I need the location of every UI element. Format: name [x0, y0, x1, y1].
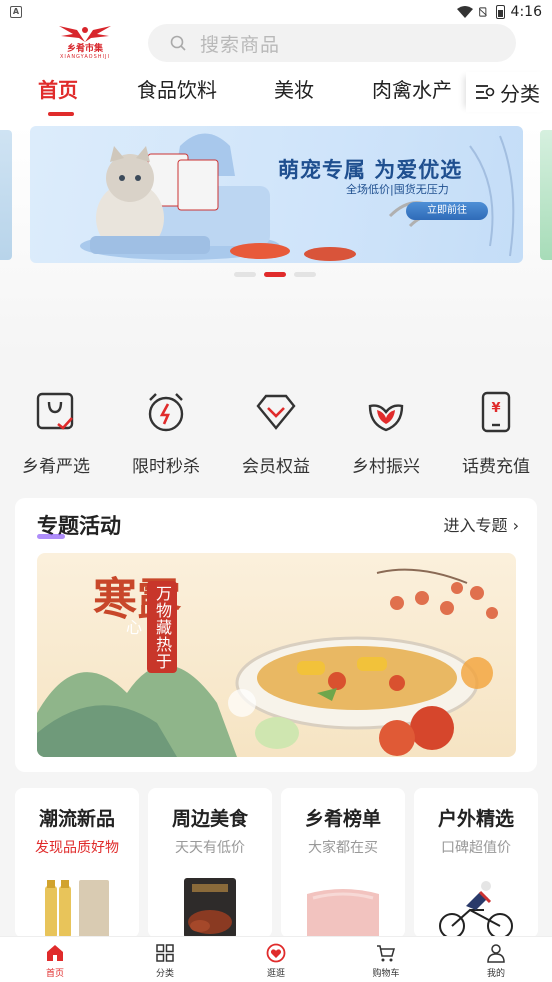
battery-icon — [495, 5, 505, 19]
alarm-clock-icon — [148, 393, 184, 432]
nav-label: 首页 — [45, 969, 64, 979]
category-list-icon — [476, 85, 495, 99]
cyclist-image — [439, 881, 513, 938]
bottom-nav: 首页 分类 逛逛 购物车 我的 — [0, 936, 552, 982]
enter-topic-link[interactable]: 进入专题 › — [443, 512, 519, 536]
header: 乡肴市集 XIANGYAOSHIJI 搜索商品 首页 食品饮料 美妆 肉禽水产 … — [0, 24, 552, 124]
carousel-indicator — [234, 272, 316, 277]
card-subtitle: 口碑超值价 — [441, 840, 511, 856]
banner-subtitle: 全场低价|囤货无压力 — [346, 183, 449, 196]
quick-item-label: 话费充值 — [462, 457, 530, 477]
phoenix-logo-icon — [59, 26, 111, 42]
feature-cards: 潮流新品 发现品质好物 周边美食 天天有低价 乡肴榜单 大家都在买 户外精选 口… — [15, 788, 538, 938]
nav-label: 我的 — [486, 969, 505, 979]
bag-check-icon — [36, 392, 74, 430]
nav-cart[interactable]: 购物车 — [356, 941, 416, 979]
title-underline — [37, 534, 65, 539]
quick-item-flash-sale[interactable]: 限时秒杀 — [116, 384, 216, 477]
nav-label: 逛逛 — [266, 969, 285, 979]
app-logo[interactable]: 乡肴市集 XIANGYAOSHIJI — [44, 24, 126, 60]
special-topic-section: 专题活动 进入专题 › 寒露 万物藏热于心 — [15, 498, 537, 772]
home-icon — [47, 945, 63, 961]
carousel-dot[interactable] — [294, 272, 316, 277]
card-subtitle: 发现品质好物 — [35, 840, 119, 856]
carousel-dot[interactable] — [234, 272, 256, 277]
quick-item-topup[interactable]: ¥ 话费充值 — [446, 384, 546, 477]
card-outdoor[interactable]: 户外精选 口碑超值价 — [414, 788, 538, 938]
quick-item-label: 会员权益 — [242, 457, 310, 477]
card-subtitle: 天天有低价 — [175, 840, 245, 856]
enter-topic-label: 进入专题 — [443, 516, 508, 535]
oil-bottles-image — [45, 880, 109, 938]
banner-title: 萌宠专属 为爱优选 — [278, 158, 463, 182]
card-new-trends[interactable]: 潮流新品 发现品质好物 — [15, 788, 139, 938]
quick-item-yanxuan[interactable]: 乡肴严选 — [6, 384, 106, 477]
grid-icon — [156, 944, 174, 962]
wifi-icon — [456, 6, 473, 18]
card-title: 周边美食 — [171, 808, 248, 830]
card-title: 潮流新品 — [38, 808, 115, 830]
card-subtitle: 大家都在买 — [308, 840, 378, 856]
nav-category[interactable]: 分类 — [135, 941, 195, 979]
search-placeholder: 搜索商品 — [200, 33, 281, 56]
category-label: 分类 — [500, 81, 540, 106]
heart-circle-icon — [266, 943, 286, 963]
nav-label: 分类 — [155, 969, 174, 979]
pillow-image — [307, 889, 379, 938]
card-local-food[interactable]: 周边美食 天天有低价 — [148, 788, 272, 938]
active-tab-indicator — [48, 112, 74, 116]
notification-a-icon: A — [10, 6, 22, 18]
svg-text:¥: ¥ — [491, 401, 500, 416]
banner-next-peek[interactable] — [540, 130, 552, 260]
card-ranking[interactable]: 乡肴榜单 大家都在买 — [281, 788, 405, 938]
topic-poster[interactable]: 寒露 万物藏热于心 — [37, 553, 516, 757]
banner-cta-button[interactable]: 立即前往 — [406, 202, 488, 220]
quick-entry-grid: 乡肴严选 限时秒杀 会员权益 乡村振兴 ¥ 话费充值 — [0, 384, 552, 484]
nav-profile[interactable]: 我的 — [466, 941, 526, 979]
logo-text: 乡肴市集 — [66, 44, 103, 54]
no-sim-icon — [478, 7, 487, 17]
quick-item-label: 乡村振兴 — [352, 457, 420, 477]
phone-yen-icon: ¥ — [481, 391, 511, 433]
user-icon — [487, 944, 505, 963]
leaf-icon — [368, 404, 404, 432]
card-title: 乡肴榜单 — [304, 808, 381, 830]
category-tabs: 首页 食品饮料 美妆 肉禽水产 分类 — [0, 72, 552, 118]
logo-subtext: XIANGYAOSHIJI — [60, 54, 110, 60]
quick-item-label: 限时秒杀 — [132, 457, 200, 477]
banner-prev-peek[interactable] — [0, 130, 12, 260]
snack-pack-image — [184, 878, 236, 938]
tab-home[interactable]: 首页 — [38, 74, 78, 103]
quick-item-member[interactable]: 会员权益 — [226, 384, 326, 477]
carousel-dot-active[interactable] — [264, 272, 286, 277]
nav-label: 购物车 — [372, 969, 400, 979]
tab-beauty[interactable]: 美妆 — [274, 74, 314, 103]
search-icon — [170, 35, 186, 51]
status-bar: A 4:16 — [0, 0, 552, 24]
poster-seal: 万物藏热于心 — [123, 581, 177, 673]
quick-item-rural[interactable]: 乡村振兴 — [336, 384, 436, 477]
tab-meat-seafood[interactable]: 肉禽水产 — [372, 74, 452, 103]
nav-home[interactable]: 首页 — [25, 941, 85, 979]
pet-product-image — [80, 133, 515, 261]
cart-icon — [377, 945, 395, 962]
banner-carousel: 萌宠专属 为爱优选 全场低价|囤货无压力 立即前往 — [0, 124, 552, 354]
diamond-icon — [256, 394, 296, 430]
tab-food-drinks[interactable]: 食品饮料 — [137, 74, 217, 103]
chevron-right-icon: › — [512, 516, 519, 535]
card-title: 户外精选 — [437, 808, 514, 830]
banner-slide[interactable]: 萌宠专属 为爱优选 全场低价|囤货无压力 立即前往 — [30, 126, 523, 263]
status-time: 4:16 — [510, 4, 542, 20]
nav-browse[interactable]: 逛逛 — [246, 941, 306, 979]
category-button[interactable]: 分类 — [466, 72, 552, 112]
search-bar[interactable]: 搜索商品 — [148, 24, 516, 62]
quick-item-label: 乡肴严选 — [22, 457, 90, 477]
